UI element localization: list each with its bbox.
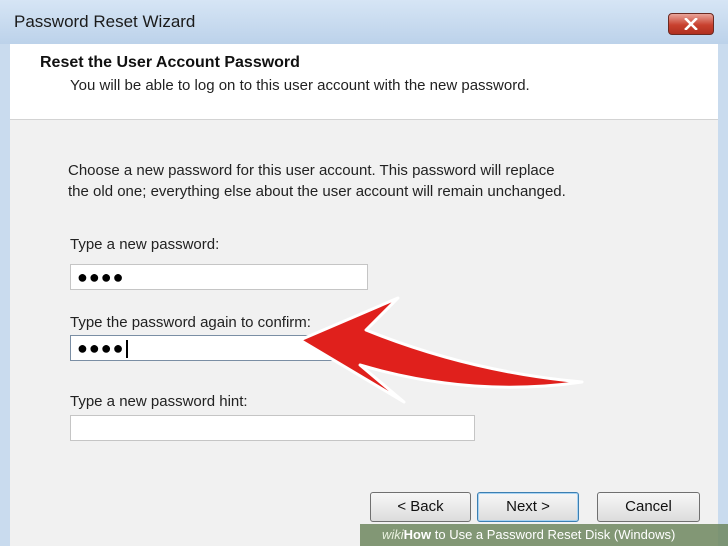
- wikihow-watermark: wikiHow to Use a Password Reset Disk (Wi…: [360, 524, 728, 546]
- arrow-icon: [298, 296, 584, 404]
- watermark-text: to Use a Password Reset Disk (Windows): [431, 527, 676, 542]
- red-arrow-annotation: [298, 296, 584, 404]
- watermark-brand: wiki: [382, 527, 404, 542]
- watermark-how: How: [403, 527, 432, 542]
- password-reset-wizard-window: Password Reset Wizard Reset the User Acc…: [0, 0, 728, 546]
